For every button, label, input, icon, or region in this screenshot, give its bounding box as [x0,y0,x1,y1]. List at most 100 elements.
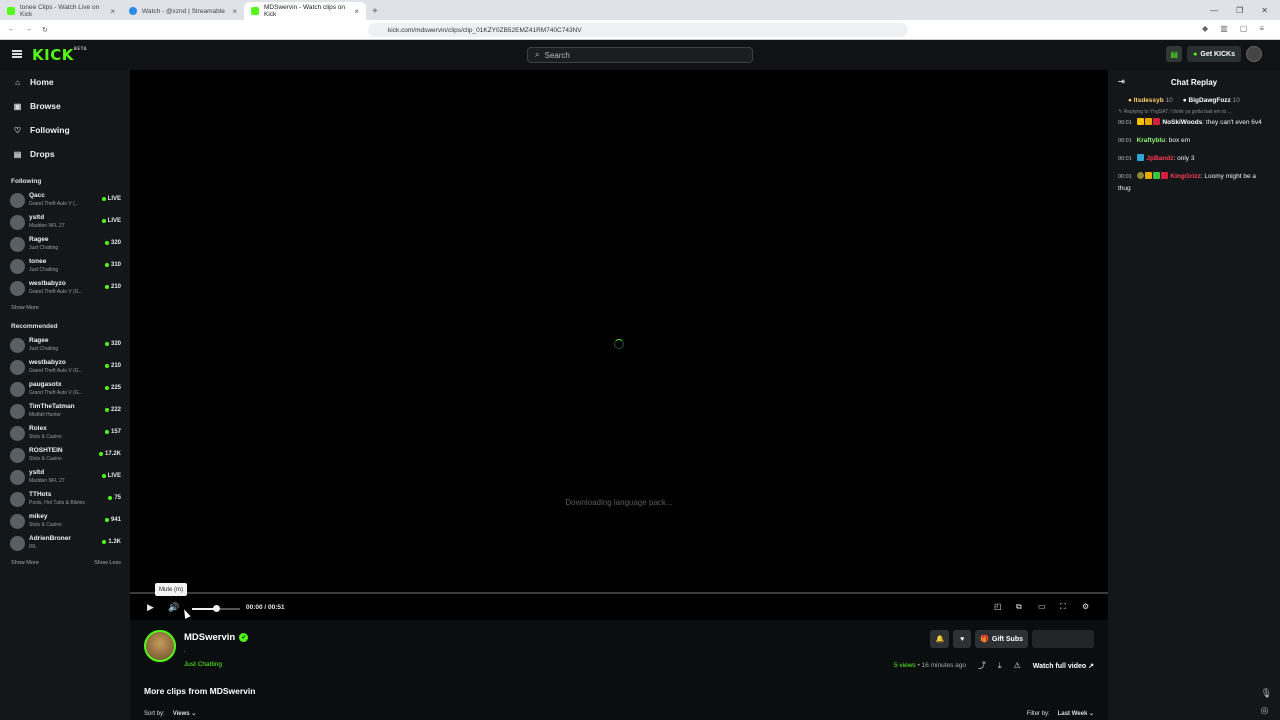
subscribe-button[interactable] [1032,630,1094,648]
channel-category: Grand Theft Auto V (G... [29,368,83,374]
live-dot-icon [98,452,103,456]
tab-close-icon[interactable]: × [354,7,359,16]
sidebar-icon[interactable]: ▥ [1220,24,1228,33]
volume-knob[interactable] [213,605,220,612]
show-less-link[interactable]: Show Less [94,560,121,566]
chat-username[interactable]: NoSkiWoods [1162,119,1202,126]
channel-item[interactable]: ysltd Madden NFL 27 LIVE [0,211,130,233]
seek-bar[interactable] [130,592,1108,594]
wallet-icon[interactable]: ▢ [1240,24,1248,33]
tab-close-icon[interactable]: × [232,7,237,16]
channel-item[interactable]: ROSHTEIN Slots & Casino 17.2K [0,444,130,466]
download-icon[interactable]: ⤓ [998,661,1002,671]
nav-browse[interactable]: ▣ Browse [0,94,130,118]
channel-item[interactable]: westbabyzo Grand Theft Auto V (G... 210 [0,277,130,299]
channel-item[interactable]: AdrienBroner IRL 1.3K [0,532,130,554]
fullscreen-icon[interactable]: ⛶ [1060,602,1066,612]
forward-icon[interactable]: → [25,26,32,33]
chevron-down-icon: ⌄ [1088,711,1094,717]
live-dot-icon [104,408,109,412]
browser-tab-3[interactable]: MDSwervin - Watch clips on Kick × [244,2,366,20]
show-more-link[interactable]: Show More [11,305,39,311]
volume-slider[interactable] [192,605,240,612]
channel-item[interactable]: TimTheTatman Mistfall Hunter 222 [0,400,130,422]
browser-tab-1[interactable]: tonee Clips - Watch Live on Kick × [0,2,122,20]
settings-icon[interactable]: ⚙ [1082,602,1089,611]
gifter-item[interactable]: ● BigDawgFozz 10 [1183,97,1240,104]
location-icon[interactable]: ◎ [1261,705,1272,716]
report-icon[interactable]: ⚠ [1014,661,1021,670]
store-icon[interactable]: ▤ [1166,46,1183,62]
kick-logo[interactable]: KICKBETA [32,46,87,64]
channel-item[interactable]: Ragee Just Chatting 320 [0,233,130,255]
url-text: kick.com/mdswervin/clips/clip_01KZY0ZB52… [388,26,582,34]
volume-icon[interactable]: 🔊 [168,602,179,613]
chat-username[interactable]: JpBandz [1146,155,1173,162]
notification-bell-button[interactable]: 🔔 [930,630,950,648]
user-avatar[interactable] [1246,46,1262,62]
watch-full-video-button[interactable]: Watch full video ↗ [1033,662,1094,670]
channel-item[interactable]: mikey Slots & Casino 941 [0,510,130,532]
back-icon[interactable]: ← [8,26,15,33]
url-field[interactable]: kick.com/mdswervin/clips/clip_01KZY0ZB52… [368,23,908,37]
chat-username[interactable]: Kraftyblu [1137,137,1166,144]
channel-name: ROSHTEIN [29,447,63,454]
channel-avatar [10,425,25,441]
gift-subs-button[interactable]: 🎁 Gift Subs [975,630,1028,648]
stream-category-link[interactable]: Just Chatting [184,661,222,668]
live-dot-icon [101,474,106,478]
restore-icon[interactable]: ❐ [1236,6,1243,15]
streamer-name: MDSwervin [184,632,236,643]
miniplayer-icon[interactable]: ◰ [994,602,1002,611]
get-kicks-button[interactable]: ● Get KICKs [1187,46,1241,62]
channel-item[interactable]: tonee Just Chatting 310 [0,255,130,277]
gifter-count: 10 [1232,97,1240,104]
nav-following[interactable]: ♡ Following [0,118,130,142]
channel-item[interactable]: paugasotx Grand Theft Auto V (G... 225 [0,378,130,400]
streamer-name-row[interactable]: MDSwervin ✓ [184,632,249,643]
viewer-count: 320 [110,341,121,347]
tab-close-icon[interactable]: × [110,7,115,16]
streamer-avatar[interactable] [144,630,176,662]
channel-item[interactable]: Qacc Grand Theft Auto V (... LIVE [0,189,130,211]
follow-heart-button[interactable]: ♥ [953,630,972,648]
filter-by-dropdown[interactable]: Last Week ⌄ [1058,711,1094,717]
theater-mode-icon[interactable]: ▭ [1038,602,1046,611]
live-dot-icon [104,285,109,289]
browser-tab-2[interactable]: Watch - @xznd | Streamable × [122,2,244,20]
minimize-icon[interactable]: — [1210,6,1218,15]
channel-avatar [10,403,25,419]
nav-drops[interactable]: ▤ Drops [0,142,130,166]
sort-by-label: Sort by: [144,711,165,717]
channel-avatar [10,381,25,397]
channel-name: westbabyzo [29,280,66,287]
clip-actions: 🔔 ♥ 🎁 Gift Subs [930,630,1094,648]
gifter-badge-icon [1144,118,1152,125]
hamburger-menu-icon[interactable] [12,50,22,58]
channel-avatar [10,447,25,463]
clip-icon[interactable]: ⧉ [1016,602,1022,612]
extension-icon[interactable]: ◆ [1202,24,1208,33]
close-window-icon[interactable]: ✕ [1261,6,1268,15]
kick-favicon-icon [251,7,259,15]
microphone-icon[interactable]: 🎙 [1261,688,1272,699]
channel-item[interactable]: Rolex Slots & Casino 157 [0,422,130,444]
show-more-link[interactable]: Show More [11,560,39,566]
nav-home[interactable]: ⌂ Home [0,70,130,94]
channel-item[interactable]: westbabyzo Grand Theft Auto V (G... 210 [0,356,130,378]
channel-name: Qacc [29,192,45,199]
search-input[interactable]: ⌕ Search [527,47,753,63]
new-tab-button[interactable]: + [366,6,384,20]
menu-icon[interactable]: ≡ [1259,24,1264,33]
channel-item[interactable]: ysltd Madden NFL 27 LIVE [0,466,130,488]
collapse-chat-icon[interactable]: ⇥ [1118,77,1125,86]
chat-username[interactable]: KingGrizz [1170,173,1200,180]
channel-item[interactable]: TTHots Pools, Hot Tubs & Bikinis 75 [0,488,130,510]
sort-by-dropdown[interactable]: Views ⌄ [173,711,197,717]
gifter-item[interactable]: ● Itsdessyb 10 [1128,97,1173,104]
share-icon[interactable]: ⤴ [978,660,986,671]
play-icon[interactable]: ▶ [147,602,154,613]
video-player[interactable]: Downloading language pack... ▶ 🔊 00:00 /… [130,70,1108,620]
channel-item[interactable]: Ragee Just Chatting 320 [0,334,130,356]
reload-icon[interactable]: ↻ [42,26,48,34]
